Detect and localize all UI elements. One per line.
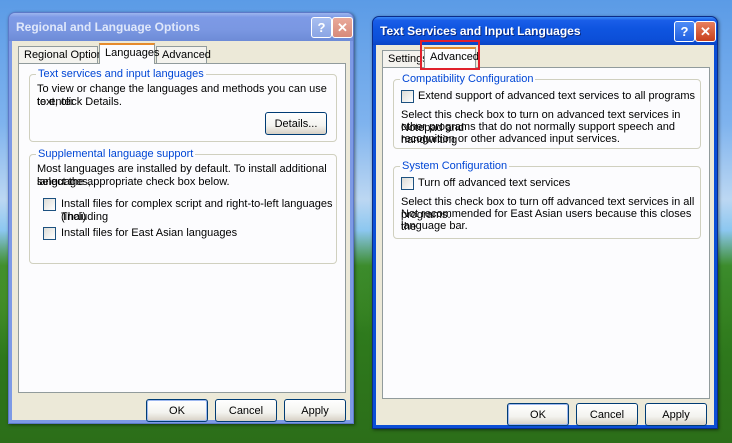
description-text: select the appropriate check box below. — [37, 176, 230, 188]
description-text: recognition or other advanced input serv… — [401, 133, 620, 145]
tab-advanced[interactable]: Advanced — [424, 47, 479, 68]
checkbox-label[interactable]: Install files for complex script and rig… — [61, 198, 336, 224]
cancel-button[interactable]: Cancel — [576, 403, 638, 426]
help-icon[interactable]: ? — [674, 21, 695, 42]
checkbox-label[interactable]: Install files for East Asian languages — [61, 227, 237, 240]
ok-button[interactable]: OK — [146, 399, 208, 422]
turn-off-text-services-checkbox[interactable] — [401, 177, 414, 190]
title-bar[interactable]: Regional and Language Options ? ✕ — [9, 13, 353, 41]
ok-button[interactable]: OK — [507, 403, 569, 426]
dialog-body: Regional Options Languages Advanced Text… — [12, 41, 350, 422]
tab-panel: Text services and input languages To vie… — [18, 63, 346, 393]
east-asian-checkbox[interactable] — [43, 227, 56, 240]
apply-button[interactable]: Apply — [645, 403, 707, 426]
checkbox-label[interactable]: Turn off advanced text services — [418, 177, 570, 190]
description-text: text, click Details. — [37, 96, 122, 108]
apply-button[interactable]: Apply — [284, 399, 346, 422]
tab-panel: Compatibility Configuration Extend suppo… — [382, 67, 710, 399]
system-config-group: System Configuration Turn off advanced t… — [393, 160, 701, 239]
close-icon[interactable]: ✕ — [695, 21, 716, 42]
text-services-group: Text services and input languages To vie… — [29, 68, 337, 142]
tab-settings[interactable]: Settings — [382, 50, 428, 68]
supplemental-group: Supplemental language support Most langu… — [29, 148, 337, 264]
cancel-button[interactable]: Cancel — [215, 399, 277, 422]
group-legend: Text services and input languages — [36, 68, 206, 80]
text-services-window: Text Services and Input Languages ? ✕ Se… — [372, 16, 718, 429]
details-button[interactable]: Details... — [265, 112, 327, 135]
window-title: Regional and Language Options — [16, 20, 201, 34]
tab-advanced[interactable]: Advanced — [156, 46, 211, 64]
group-legend: Compatibility Configuration — [400, 73, 536, 85]
tab-regional-options[interactable]: Regional Options — [18, 46, 108, 64]
tab-languages[interactable]: Languages — [99, 43, 159, 64]
checkbox-label[interactable]: Extend support of advanced text services… — [418, 90, 695, 103]
complex-script-checkbox[interactable] — [43, 198, 56, 211]
group-legend: Supplemental language support — [36, 148, 196, 160]
close-icon[interactable]: ✕ — [332, 17, 353, 38]
title-bar[interactable]: Text Services and Input Languages ? ✕ — [373, 17, 717, 45]
checkbox-label[interactable]: Thai) — [61, 211, 86, 224]
regional-options-window: Regional and Language Options ? ✕ Region… — [8, 12, 354, 424]
window-title: Text Services and Input Languages — [380, 24, 581, 38]
help-icon[interactable]: ? — [311, 17, 332, 38]
extend-support-checkbox[interactable] — [401, 90, 414, 103]
group-legend: System Configuration — [400, 160, 510, 172]
description-text: language bar. — [401, 220, 468, 232]
compatibility-group: Compatibility Configuration Extend suppo… — [393, 73, 701, 149]
dialog-body: Settings Advanced Compatibility Configur… — [376, 40, 714, 426]
